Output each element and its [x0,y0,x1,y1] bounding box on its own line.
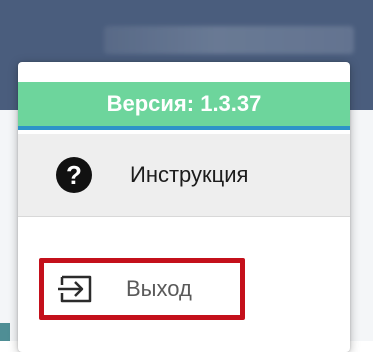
version-label: Версия: 1.3.37 [18,82,350,130]
background-accent [0,323,10,341]
logout-icon [56,271,96,307]
help-circle-icon: ? [56,157,92,193]
menu-item-logout[interactable]: Выход [39,258,245,320]
menu-item-instructions[interactable]: ? Инструкция [18,134,350,217]
user-dropdown-menu: Версия: 1.3.37 ? Инструкция Выход [18,62,350,352]
menu-item-logout-label: Выход [126,276,192,301]
menu-item-instructions-label: Инструкция [130,162,249,187]
blurred-header-text [104,26,354,54]
